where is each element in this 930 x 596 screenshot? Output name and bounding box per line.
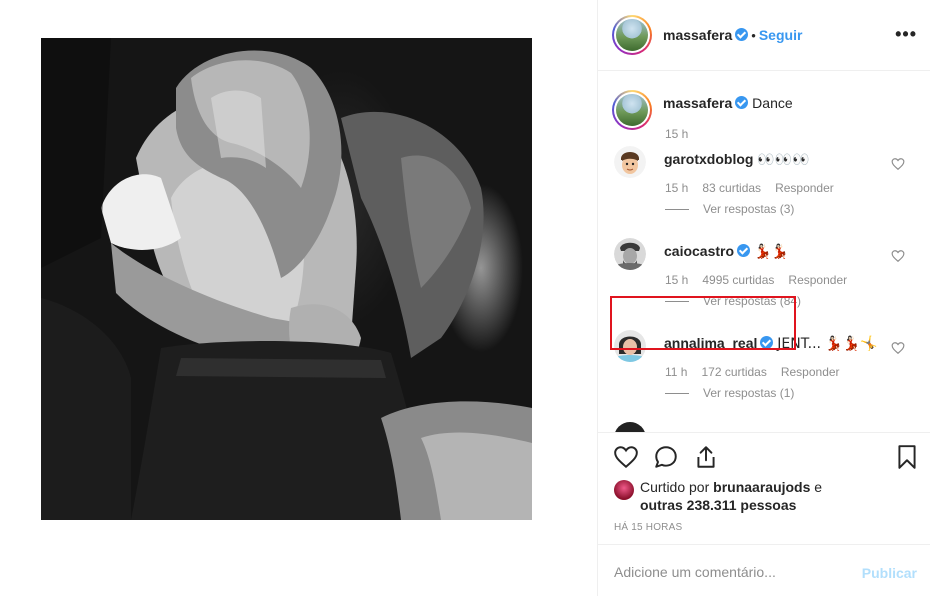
view-replies-label[interactable]: Ver respostas (1) (703, 386, 794, 400)
liked-others[interactable]: outras 238.311 pessoas (614, 496, 822, 514)
post-side-panel: massafera • Seguir ••• massafera Dance 15 … (597, 0, 930, 596)
caption-text: Dance (752, 95, 793, 111)
profile-photo-icon (614, 238, 646, 270)
follow-button[interactable]: Seguir (759, 27, 803, 43)
comment-avatar-caiocastro[interactable] (614, 238, 646, 270)
liked-by: Curtido por brunaaraujods e outras 238.3… (614, 478, 822, 514)
like-comment-heart-icon[interactable] (891, 249, 905, 263)
highlight-box (610, 296, 796, 350)
caption-username[interactable]: massafera (663, 95, 732, 111)
comment-meta: 15 h 83 curtidas Responder (665, 181, 848, 195)
verified-badge-icon (735, 96, 749, 109)
view-replies[interactable]: Ver respostas (3) (665, 202, 794, 216)
comment-meta: 15 h 4995 curtidas Responder (665, 273, 861, 287)
instagram-post-modal: massafera • Seguir ••• massafera Dance 15 … (0, 0, 930, 596)
comment-likes[interactable]: 83 curtidas (702, 181, 761, 195)
photo-area (0, 0, 597, 596)
caption-time[interactable]: 15 h (665, 127, 688, 141)
comment-likes[interactable]: 172 curtidas (701, 365, 766, 379)
post-photo[interactable] (41, 38, 532, 520)
post-actions: Curtido por brunaaraujods e outras 238.3… (598, 432, 930, 544)
photo-illustration (41, 38, 532, 520)
like-heart-icon[interactable] (613, 444, 639, 470)
comment-input[interactable] (614, 561, 844, 583)
comment-line: caiocastro 💃🏻💃🏻 (664, 242, 789, 261)
cartoon-face-icon (614, 146, 646, 178)
comment-line: garotxdoblog 👀👀👀 (664, 150, 810, 169)
avatar-image (616, 19, 648, 51)
separator-dot: • (751, 28, 756, 43)
comments-list[interactable]: massafera Dance 15 h garotxdoblog 👀👀👀 15… (598, 72, 930, 432)
add-comment-bar: Publicar (598, 544, 930, 596)
comment-avatar-partial[interactable] (614, 422, 646, 432)
verified-badge-icon (735, 28, 749, 41)
avatar-massafera[interactable] (612, 15, 652, 55)
comment-username[interactable]: caiocastro (664, 243, 734, 259)
view-replies-label[interactable]: Ver respostas (3) (703, 202, 794, 216)
liked-connector: e (814, 479, 823, 495)
liked-others-count[interactable]: outras 238.311 pessoas (640, 497, 796, 513)
post-username[interactable]: massafera (663, 27, 732, 43)
post-timestamp[interactable]: HÁ 15 HORAS (614, 522, 682, 533)
comment-bubble-icon[interactable] (653, 444, 679, 470)
reply-button[interactable]: Responder (788, 273, 847, 287)
comment-meta: 11 h 172 curtidas Responder (665, 365, 854, 379)
liked-by-text: Curtido por brunaaraujods e (614, 478, 822, 496)
verified-badge-icon (737, 244, 751, 257)
liker-username[interactable]: brunaaraujods (713, 479, 810, 495)
more-options-icon[interactable]: ••• (895, 25, 917, 43)
comment-time[interactable]: 11 h (665, 365, 687, 379)
header-user-line: massafera • Seguir (663, 26, 802, 45)
reply-button[interactable]: Responder (781, 365, 840, 379)
view-replies[interactable]: Ver respostas (1) (665, 386, 794, 400)
bookmark-icon[interactable] (894, 444, 920, 470)
caption-avatar[interactable] (612, 90, 652, 130)
liked-prefix: Curtido por (640, 479, 710, 495)
like-comment-heart-icon[interactable] (891, 341, 905, 355)
comment-likes[interactable]: 4995 curtidas (702, 273, 774, 287)
comment-text: 💃🏻💃🏻 (753, 244, 789, 260)
comment-avatar-garotxdoblog[interactable] (614, 146, 646, 178)
comment-username[interactable]: garotxdoblog (664, 151, 753, 167)
like-comment-heart-icon[interactable] (891, 157, 905, 171)
comment-time[interactable]: 15 h (665, 181, 688, 195)
avatar-image (616, 94, 648, 126)
replies-dash (665, 393, 689, 395)
post-header: massafera • Seguir ••• (598, 0, 930, 71)
caption-line: massafera Dance (663, 94, 793, 112)
reply-button[interactable]: Responder (775, 181, 834, 195)
liker-avatar[interactable] (614, 480, 634, 500)
comment-time[interactable]: 15 h (665, 273, 688, 287)
share-icon[interactable] (693, 444, 719, 470)
publish-button[interactable]: Publicar (862, 565, 917, 581)
comment-text: 👀👀👀 (757, 152, 810, 168)
replies-dash (665, 209, 689, 211)
caption-meta: 15 h (665, 127, 702, 141)
